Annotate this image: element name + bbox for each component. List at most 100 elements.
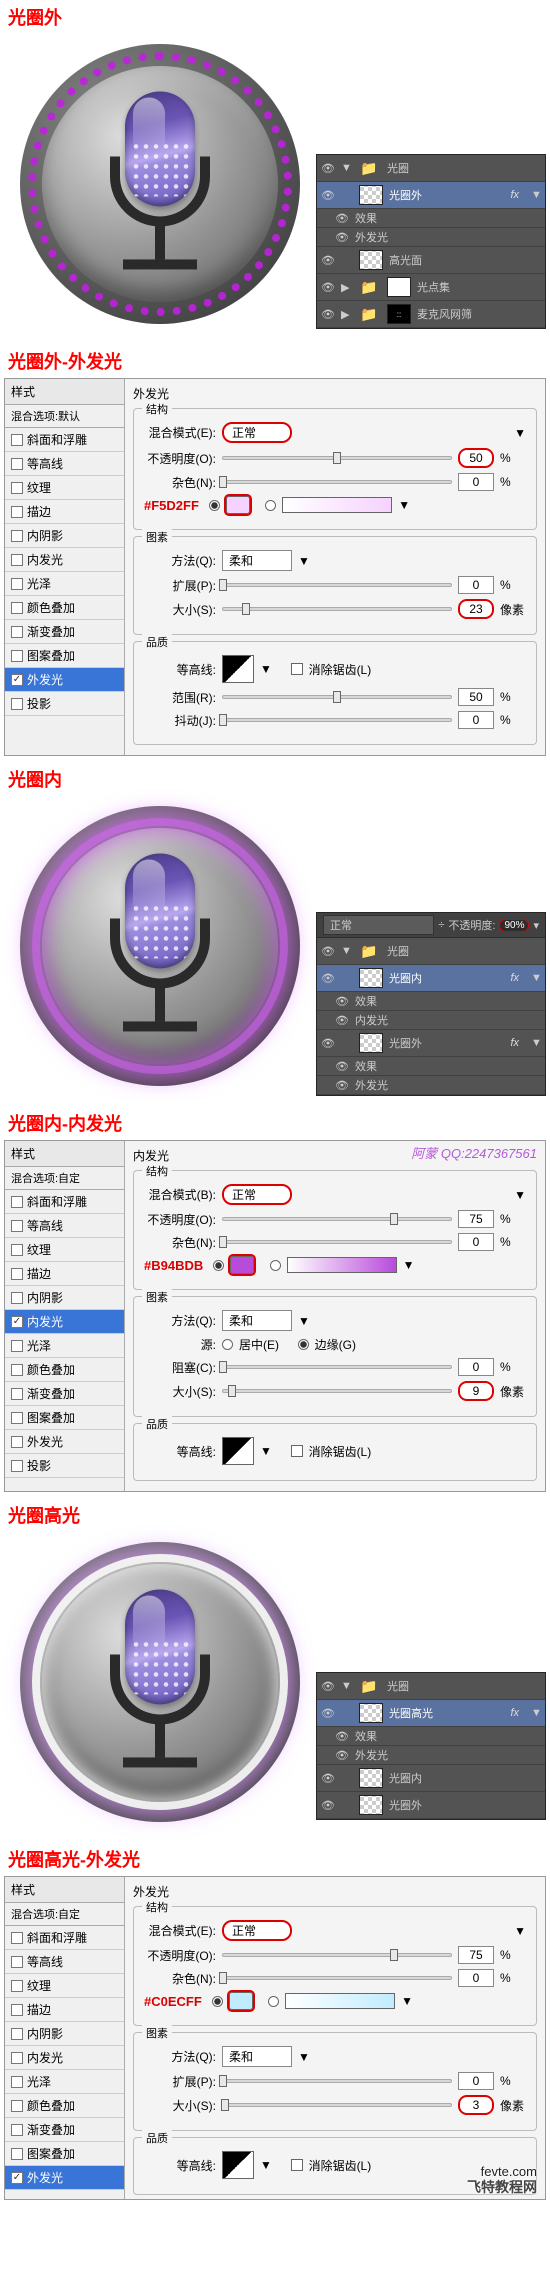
style-bevel[interactable]: 斜面和浮雕 [5,1190,124,1214]
color-radio[interactable] [209,500,220,511]
fx-sub-effects[interactable]: 👁效果 [317,209,545,228]
layer-ring-outer[interactable]: 👁光圈外fx▼ [317,182,545,209]
range-slider[interactable] [222,695,452,699]
style-contour[interactable]: 等高线 [5,1950,124,1974]
style-texture[interactable]: 纹理 [5,1974,124,1998]
style-drop-shadow[interactable]: 投影 [5,692,124,716]
eye-icon[interactable]: 👁 [321,189,335,202]
eye-icon[interactable]: 👁 [321,308,335,321]
gradient-radio[interactable] [270,1260,281,1271]
style-outer-glow[interactable]: 外发光 [5,2166,124,2190]
style-stroke[interactable]: 描边 [5,500,124,524]
antialias-checkbox[interactable] [291,1445,303,1457]
style-inner-shadow[interactable]: 内阴影 [5,2022,124,2046]
size-input[interactable]: 23 [458,599,494,619]
layer-ring-outer[interactable]: 👁光圈外 [317,1792,545,1819]
contour-picker[interactable] [222,2151,254,2179]
opacity-input[interactable]: 75 [458,1210,494,1228]
style-gloss[interactable]: 光泽 [5,2070,124,2094]
style-inner-glow[interactable]: 内发光 [5,1310,124,1334]
style-gloss[interactable]: 光泽 [5,1334,124,1358]
blend-options[interactable]: 混合选项:自定 [5,1167,124,1190]
noise-input[interactable]: 0 [458,1233,494,1251]
opacity-slider[interactable] [222,1217,452,1221]
blend-mode-select[interactable]: 正常 [222,1184,292,1205]
jitter-input[interactable]: 0 [458,711,494,729]
noise-slider[interactable] [222,1240,452,1244]
size-input[interactable]: 3 [458,2095,494,2115]
blend-mode-select[interactable]: 正常 [222,422,292,443]
method-select[interactable]: 柔和 [222,1310,292,1331]
contour-picker[interactable] [222,1437,254,1465]
opacity-value[interactable]: 90% [499,919,529,932]
fx-label[interactable]: fx [510,189,525,201]
size-slider[interactable] [222,607,452,611]
layer-ring-highlight[interactable]: 👁光圈高光fx▼ [317,1700,545,1727]
style-contour[interactable]: 等高线 [5,452,124,476]
style-gradient-overlay[interactable]: 渐变叠加 [5,620,124,644]
choke-slider[interactable] [222,1365,452,1369]
gradient-radio[interactable] [268,1996,279,2007]
style-texture[interactable]: 纹理 [5,476,124,500]
gradient-picker[interactable] [287,1257,397,1273]
range-input[interactable]: 50 [458,688,494,706]
antialias-checkbox[interactable] [291,2159,303,2171]
size-slider[interactable] [222,2103,452,2107]
color-radio[interactable] [213,1260,224,1271]
method-select[interactable]: 柔和 [222,550,292,571]
source-center-radio[interactable] [222,1339,233,1350]
opacity-slider[interactable] [222,456,452,460]
style-stroke[interactable]: 描边 [5,1998,124,2022]
blend-options[interactable]: 混合选项:自定 [5,1903,124,1926]
layer-ring-inner[interactable]: 👁光圈内 [317,1765,545,1792]
spread-input[interactable]: 0 [458,576,494,594]
style-outer-glow[interactable]: 外发光 [5,1430,124,1454]
layer-folder[interactable]: 👁▼📁光圈 [317,938,545,965]
color-swatch[interactable] [229,1992,253,2010]
choke-input[interactable]: 0 [458,1358,494,1376]
style-stroke[interactable]: 描边 [5,1262,124,1286]
style-drop-shadow[interactable]: 投影 [5,1454,124,1478]
size-input[interactable]: 9 [458,1381,494,1401]
style-outer-glow[interactable]: 外发光 [5,668,124,692]
blend-mode-select[interactable]: 正常 [323,915,434,935]
style-gradient-overlay[interactable]: 渐变叠加 [5,2118,124,2142]
layer-folder[interactable]: 👁▼📁光圈 [317,155,545,182]
size-slider[interactable] [222,1389,452,1393]
layer-mic-mesh-group[interactable]: 👁▶📁::麦克风网筛 [317,301,545,328]
noise-slider[interactable] [222,1976,452,1980]
spread-input[interactable]: 0 [458,2072,494,2090]
color-swatch[interactable] [226,496,250,514]
style-color-overlay[interactable]: 颜色叠加 [5,2094,124,2118]
style-pattern-overlay[interactable]: 图案叠加 [5,2142,124,2166]
style-texture[interactable]: 纹理 [5,1238,124,1262]
color-radio[interactable] [212,1996,223,2007]
style-bevel[interactable]: 斜面和浮雕 [5,1926,124,1950]
eye-icon[interactable]: 👁 [321,162,335,175]
antialias-checkbox[interactable] [291,663,303,675]
opacity-slider[interactable] [222,1953,452,1957]
color-swatch[interactable] [230,1256,254,1274]
style-inner-glow[interactable]: 内发光 [5,2046,124,2070]
style-pattern-overlay[interactable]: 图案叠加 [5,644,124,668]
spread-slider[interactable] [222,583,452,587]
source-edge-radio[interactable] [298,1339,309,1350]
gradient-radio[interactable] [265,500,276,511]
style-inner-shadow[interactable]: 内阴影 [5,1286,124,1310]
fx-sub-outerglow[interactable]: 👁外发光 [317,228,545,247]
style-gloss[interactable]: 光泽 [5,572,124,596]
gradient-picker[interactable] [282,497,392,513]
style-gradient-overlay[interactable]: 渐变叠加 [5,1382,124,1406]
eye-icon[interactable]: 👁 [321,281,335,294]
noise-input[interactable]: 0 [458,473,494,491]
eye-icon[interactable]: 👁 [321,254,335,267]
gradient-picker[interactable] [285,1993,395,2009]
blend-options[interactable]: 混合选项:默认 [5,405,124,428]
layer-ring-outer[interactable]: 👁光圈外fx▼ [317,1030,545,1057]
layer-highlight-face[interactable]: 👁高光面 [317,247,545,274]
style-pattern-overlay[interactable]: 图案叠加 [5,1406,124,1430]
spread-slider[interactable] [222,2079,452,2083]
jitter-slider[interactable] [222,718,452,722]
style-inner-shadow[interactable]: 内阴影 [5,524,124,548]
style-contour[interactable]: 等高线 [5,1214,124,1238]
